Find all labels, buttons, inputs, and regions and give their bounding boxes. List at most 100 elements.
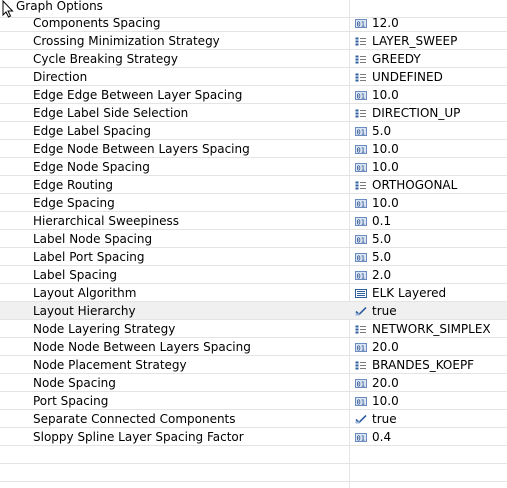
property-value[interactable]: NETWORK_SIMPLEX	[372, 321, 491, 337]
property-value[interactable]: 10.0	[372, 195, 399, 211]
property-name: Edge Spacing	[33, 196, 115, 210]
svg-text:01: 01	[357, 255, 365, 263]
property-row[interactable]: Node Layering Strategy NETWORK_SIMPLEX	[0, 320, 507, 338]
property-row[interactable]: Label Spacing 01 2.0	[0, 266, 507, 284]
property-value[interactable]: 10.0	[372, 159, 399, 175]
property-name: Label Port Spacing	[33, 250, 145, 264]
enum-icon	[355, 37, 367, 46]
property-row[interactable]: Components Spacing 01 12.0	[0, 14, 507, 32]
property-value[interactable]: 12.0	[372, 15, 399, 31]
property-row[interactable]: Edge Label Spacing 01 5.0	[0, 122, 507, 140]
checkbox-icon	[355, 307, 367, 316]
property-value[interactable]: 20.0	[372, 339, 399, 355]
number-icon: 01	[355, 343, 367, 352]
number-icon: 01	[355, 91, 367, 100]
property-row[interactable]: Direction UNDEFINED	[0, 68, 507, 86]
property-name: Direction	[33, 70, 88, 84]
enum-icon	[355, 181, 367, 190]
property-row[interactable]: Edge Node Spacing 01 10.0	[0, 158, 507, 176]
property-name: Layout Hierarchy	[33, 304, 136, 318]
property-name: Node Placement Strategy	[33, 358, 187, 372]
svg-text:01: 01	[357, 399, 365, 407]
property-value[interactable]: true	[372, 411, 397, 427]
property-name: Edge Node Between Layers Spacing	[33, 142, 250, 156]
number-icon: 01	[355, 235, 367, 244]
svg-text:01: 01	[357, 435, 365, 443]
number-icon: 01	[355, 397, 367, 406]
number-icon: 01	[355, 253, 367, 262]
property-row[interactable]: Edge Edge Between Layer Spacing 01 10.0	[0, 86, 507, 104]
property-value[interactable]: 5.0	[372, 231, 391, 247]
property-name: Separate Connected Components	[33, 412, 236, 426]
property-row[interactable]: Hierarchical Sweepiness 01 0.1	[0, 212, 507, 230]
property-name: Cycle Breaking Strategy	[33, 52, 178, 66]
number-icon: 01	[355, 19, 367, 28]
property-value[interactable]: ORTHOGONAL	[372, 177, 457, 193]
property-value[interactable]: 10.0	[372, 87, 399, 103]
property-row[interactable]: Cycle Breaking Strategy GREEDY	[0, 50, 507, 68]
property-value[interactable]: 20.0	[372, 375, 399, 391]
property-value[interactable]: 10.0	[372, 141, 399, 157]
enum-icon	[355, 73, 367, 82]
svg-text:01: 01	[357, 165, 365, 173]
svg-text:01: 01	[357, 93, 365, 101]
category-label: Graph Options	[16, 0, 103, 13]
property-row[interactable]: Port Spacing 01 10.0	[0, 392, 507, 410]
property-row[interactable]: Label Port Spacing 01 5.0	[0, 248, 507, 266]
property-row[interactable]: Node Spacing 01 20.0	[0, 374, 507, 392]
svg-text:01: 01	[357, 129, 365, 137]
property-value[interactable]: GREEDY	[372, 51, 421, 67]
enum-icon	[355, 109, 367, 118]
property-value[interactable]: DIRECTION_UP	[372, 105, 460, 121]
property-row[interactable]: Layout Algorithm ELK Layered	[0, 284, 507, 302]
property-value[interactable]: ELK Layered	[372, 285, 446, 301]
properties-table: Graph Options Components Spacing 01 12.0 Cr…	[0, 0, 507, 488]
svg-text:01: 01	[357, 147, 365, 155]
property-value[interactable]: LAYER_SWEEP	[372, 33, 457, 49]
number-icon: 01	[355, 217, 367, 226]
property-row[interactable]: Node Node Between Layers Spacing 01 20.0	[0, 338, 507, 356]
number-icon: 01	[355, 433, 367, 442]
checkbox-icon	[355, 415, 367, 424]
property-name: Label Spacing	[33, 268, 117, 282]
property-row[interactable]: Separate Connected Components true	[0, 410, 507, 428]
property-name: Layout Algorithm	[33, 286, 137, 300]
property-value[interactable]: 5.0	[372, 123, 391, 139]
number-icon: 01	[355, 145, 367, 154]
enum-icon	[355, 361, 367, 370]
property-name: Edge Label Side Selection	[33, 106, 189, 120]
property-name: Node Node Between Layers Spacing	[33, 340, 251, 354]
svg-text:01: 01	[357, 201, 365, 209]
number-icon: 01	[355, 271, 367, 280]
number-icon: 01	[355, 379, 367, 388]
property-row[interactable]: Edge Routing ORTHOGONAL	[0, 176, 507, 194]
property-value[interactable]: 5.0	[372, 249, 391, 265]
property-name: Port Spacing	[33, 394, 109, 408]
property-name: Crossing Minimization Strategy	[33, 34, 220, 48]
property-row[interactable]: Edge Label Side Selection DIRECTION_UP	[0, 104, 507, 122]
property-value[interactable]: 0.4	[372, 429, 391, 445]
enum-icon	[355, 325, 367, 334]
property-name: Edge Edge Between Layer Spacing	[33, 88, 243, 102]
property-value[interactable]: UNDEFINED	[372, 69, 443, 85]
property-row[interactable]: Sloppy Spline Layer Spacing Factor 01 0.4	[0, 428, 507, 446]
property-row[interactable]: Layout Hierarchy true	[0, 302, 507, 320]
property-row[interactable]: Edge Spacing 01 10.0	[0, 194, 507, 212]
number-icon: 01	[355, 199, 367, 208]
property-value[interactable]: 0.1	[372, 213, 391, 229]
property-row[interactable]: Edge Node Between Layers Spacing 01 10.0	[0, 140, 507, 158]
property-row[interactable]: Node Placement Strategy BRANDES_KOEPF	[0, 356, 507, 374]
property-value[interactable]: 2.0	[372, 267, 391, 283]
property-row[interactable]: Label Node Spacing 01 5.0	[0, 230, 507, 248]
property-value[interactable]: true	[372, 303, 397, 319]
property-name: Edge Label Spacing	[33, 124, 151, 138]
property-name: Hierarchical Sweepiness	[33, 214, 179, 228]
property-value[interactable]: 10.0	[372, 393, 399, 409]
property-value[interactable]: BRANDES_KOEPF	[372, 357, 474, 373]
svg-text:01: 01	[357, 219, 365, 227]
property-row[interactable]: Crossing Minimization Strategy LAYER_SWEE…	[0, 32, 507, 50]
svg-text:01: 01	[357, 237, 365, 245]
property-name: Label Node Spacing	[33, 232, 153, 246]
property-name: Node Spacing	[33, 376, 116, 390]
enum-icon	[355, 55, 367, 64]
